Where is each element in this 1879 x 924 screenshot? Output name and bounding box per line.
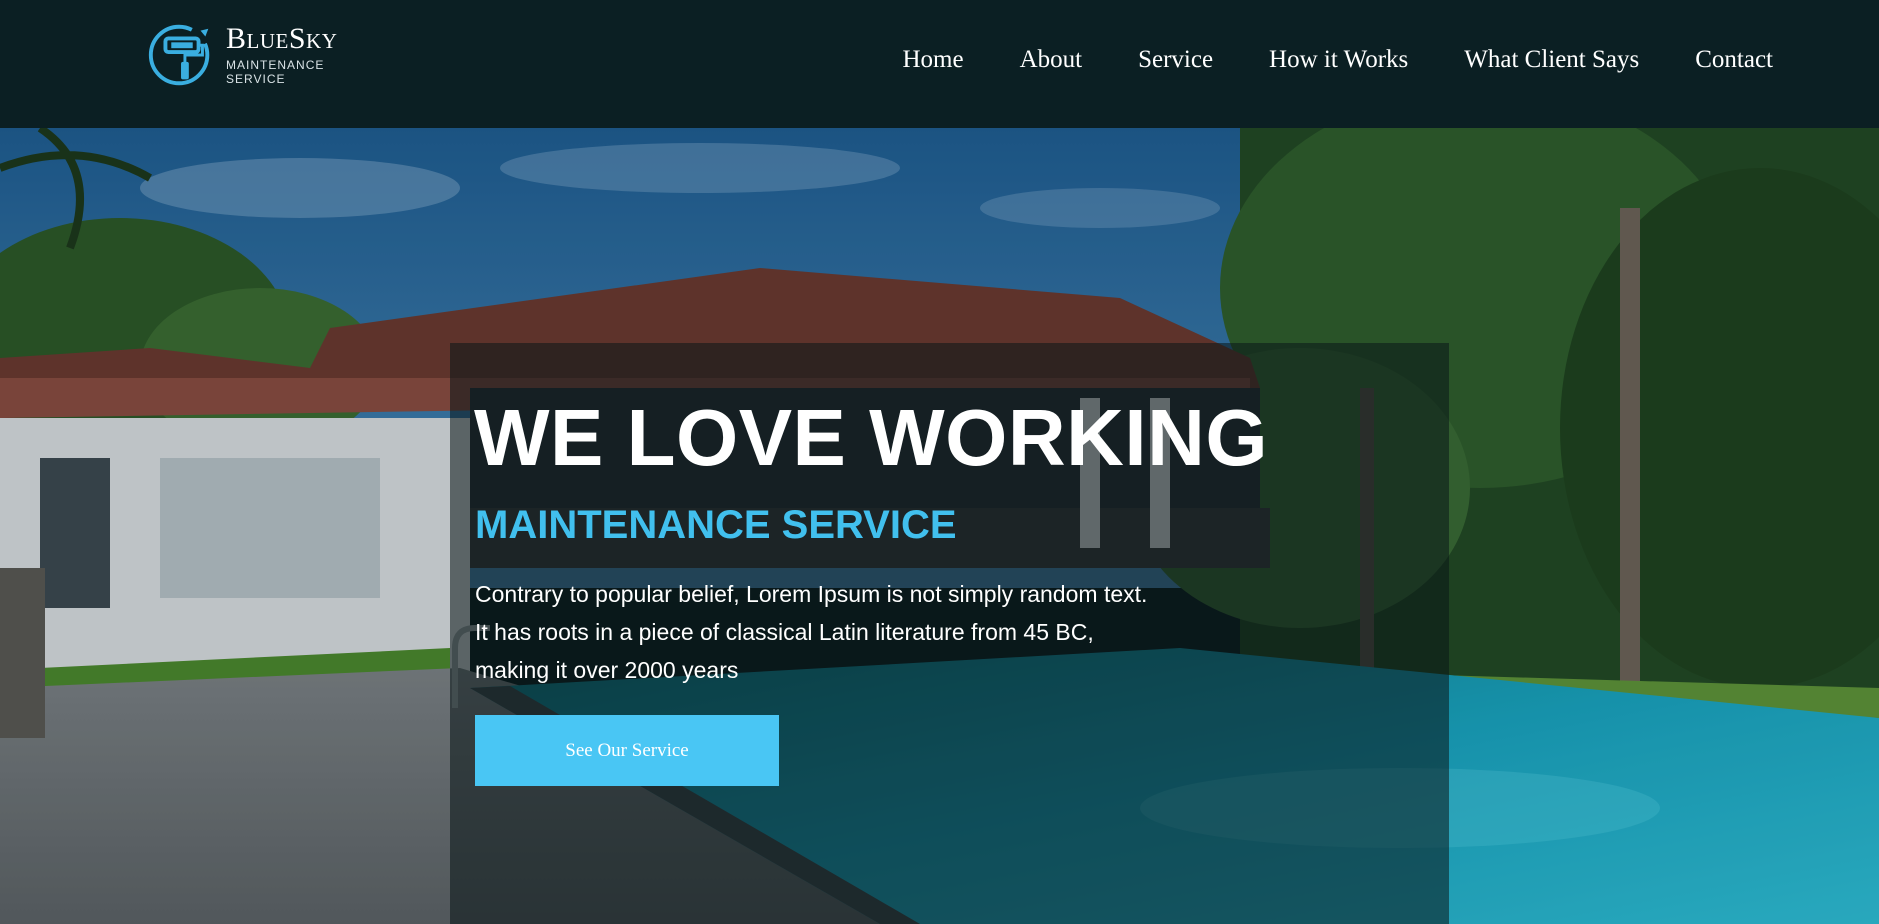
brand-name: BlueSky	[226, 24, 384, 54]
nav-service[interactable]: Service	[1138, 46, 1213, 74]
hero-content-panel: WE LOVE WORKING MAINTENANCE SERVICE Cont…	[450, 343, 1449, 924]
nav-how-it-works[interactable]: How it Works	[1269, 46, 1408, 74]
see-our-service-button[interactable]: See Our Service	[475, 715, 779, 786]
hero-description-line: It has roots in a piece of classical Lat…	[475, 619, 1094, 645]
hero-headline: WE LOVE WORKING	[474, 393, 1269, 482]
nav-what-client-says[interactable]: What Client Says	[1464, 46, 1639, 74]
brand-tagline: MAINTENANCE SERVICE	[226, 58, 325, 86]
nav-contact[interactable]: Contact	[1695, 46, 1773, 74]
hero-description-line: Contrary to popular belief, Lorem Ipsum …	[475, 581, 1148, 607]
hero-description-line: making it over 2000 years	[475, 657, 739, 683]
logo-text: BlueSky MAINTENANCE SERVICE	[226, 24, 384, 87]
hero-subheadline: MAINTENANCE SERVICE	[475, 503, 957, 547]
nav-home[interactable]: Home	[902, 46, 963, 74]
hero-description: Contrary to popular belief, Lorem Ipsum …	[475, 575, 1195, 689]
nav-about[interactable]: About	[1020, 46, 1083, 74]
paint-roller-icon	[148, 24, 210, 86]
site-header: BlueSky MAINTENANCE SERVICE Home About S…	[0, 0, 1879, 128]
logo[interactable]: BlueSky MAINTENANCE SERVICE	[144, 22, 384, 88]
brand-name-text: BlueSky	[226, 22, 338, 55]
main-nav: Home About Service How it Works What Cli…	[846, 42, 1773, 78]
hero-section: WE LOVE WORKING MAINTENANCE SERVICE Cont…	[0, 128, 1879, 924]
